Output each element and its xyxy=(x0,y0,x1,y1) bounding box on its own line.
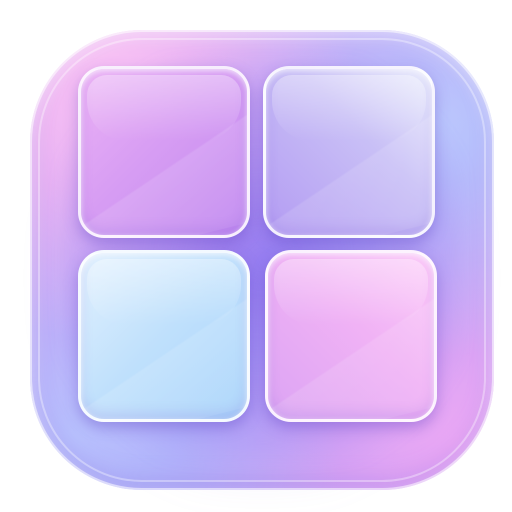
canvas xyxy=(0,0,512,512)
grid-tile-top-right xyxy=(263,66,435,238)
grid-tile-bottom-left xyxy=(78,250,250,422)
grid-tile-bottom-right xyxy=(265,250,437,422)
grid-tile-top-left xyxy=(78,66,250,238)
